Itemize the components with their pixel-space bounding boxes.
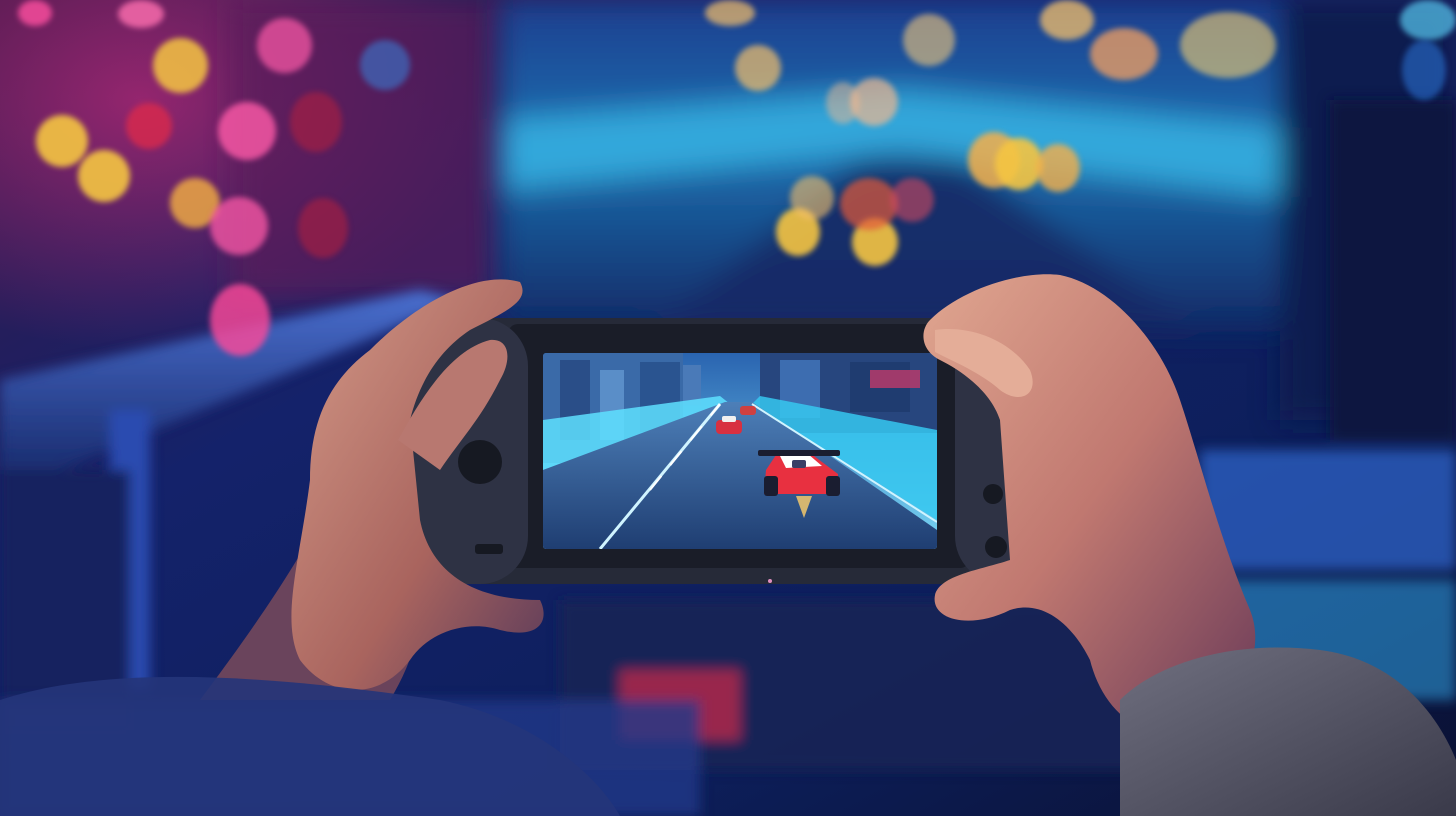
game-screen <box>543 353 937 549</box>
console-and-hands <box>0 274 1456 816</box>
foreground-blur <box>0 676 620 816</box>
photo-scene <box>0 0 1456 816</box>
sleeve <box>1120 647 1456 816</box>
